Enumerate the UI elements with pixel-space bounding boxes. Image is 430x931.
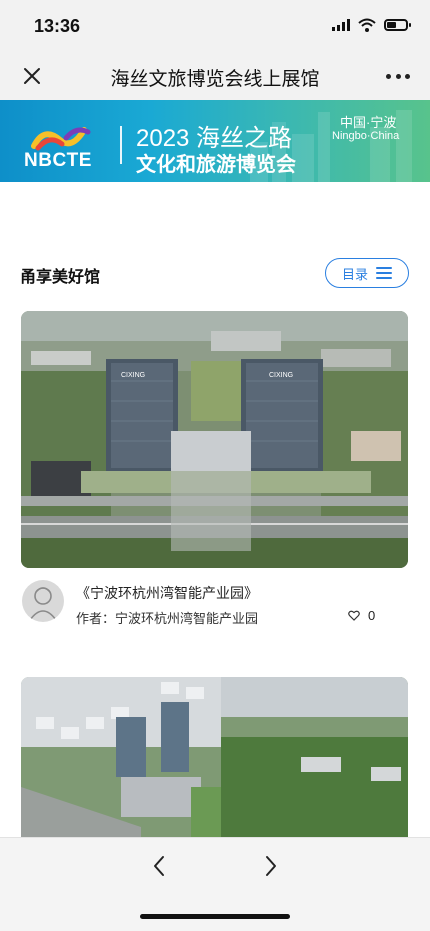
battery-icon [384, 19, 411, 31]
page-title: 海丝文旅博览会线上展馆 [110, 69, 320, 90]
banner-subtitle: 文化和旅游博览会 [136, 154, 296, 176]
banner-location-en: Ningbo·China [332, 130, 400, 142]
signal-icon [332, 19, 350, 31]
chevron-right-icon[interactable] [256, 852, 284, 880]
building-sign-right: CIXING [269, 372, 293, 379]
home-indicator[interactable] [140, 914, 290, 919]
author-name: 作者：宁波环杭州湾智能产业园 [76, 611, 259, 626]
heart-icon [348, 610, 360, 621]
chevron-left-icon[interactable] [146, 852, 174, 880]
section-title: 甬享美好馆 [20, 269, 101, 286]
banner-logo-text: NBCTE [24, 150, 92, 171]
like-count: 0 [368, 608, 376, 623]
exhibit-photo-2[interactable] [21, 677, 408, 837]
avatar-placeholder-icon [29, 587, 57, 621]
banner-location-cn: 中国·宁波 [340, 115, 397, 130]
status-bar: 13:36 [0, 0, 430, 52]
bottom-toolbar [0, 837, 430, 931]
wifi-icon [358, 18, 376, 32]
work-title[interactable]: 《宁波环杭州湾智能产业园》 [76, 583, 258, 603]
building-sign-left: CIXING [121, 372, 145, 379]
status-time: 13:36 [34, 16, 81, 36]
catalog-label: 目录 [341, 266, 368, 282]
expo-banner: NBCTE 2023 海丝之路 文化和旅游博览会 中国·宁波 Ningbo·Ch… [0, 100, 430, 182]
like-button[interactable]: 0 [348, 608, 375, 623]
banner-divider [120, 126, 122, 164]
menu-lines-icon [376, 267, 392, 279]
more-dots-icon[interactable] [386, 66, 410, 86]
avatar[interactable] [22, 580, 64, 622]
catalog-button[interactable]: 目录 [325, 258, 409, 288]
nav-bar: 海丝文旅博览会线上展馆 [0, 52, 430, 100]
status-icons [332, 18, 411, 32]
exhibit-photo[interactable]: CIXING CIXING [21, 311, 408, 568]
